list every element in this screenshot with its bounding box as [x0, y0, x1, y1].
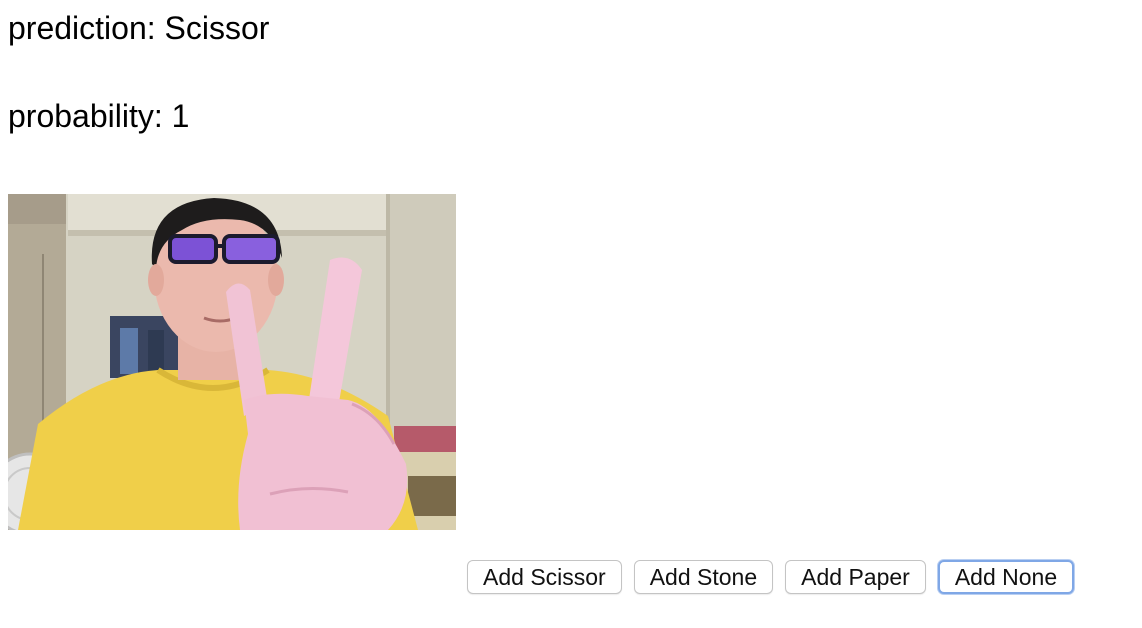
add-paper-button[interactable]: Add Paper	[785, 560, 926, 594]
webcam-video	[8, 194, 456, 530]
prediction-text: prediction: Scissor	[8, 10, 270, 46]
add-stone-button[interactable]: Add Stone	[633, 560, 774, 594]
probability-text: probability: 1	[8, 98, 190, 134]
webcam-frame-image	[8, 194, 456, 530]
add-none-button[interactable]: Add None	[937, 560, 1075, 594]
add-scissor-button[interactable]: Add Scissor	[467, 560, 622, 594]
action-buttons: Add Scissor Add Stone Add Paper Add None	[467, 560, 1075, 594]
